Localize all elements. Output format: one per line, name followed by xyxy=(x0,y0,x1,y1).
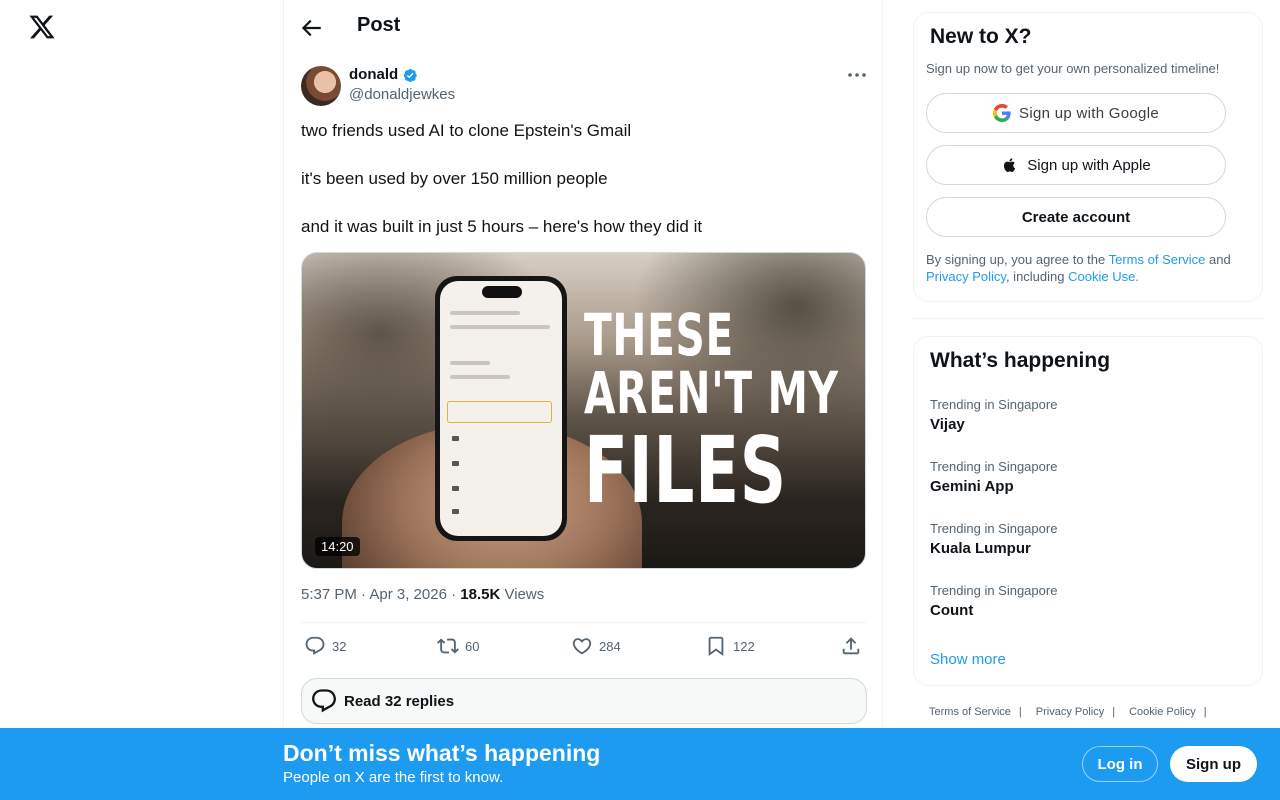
signup-apple-label: Sign up with Apple xyxy=(1027,156,1151,174)
banner-title: Don’t miss what’s happening xyxy=(283,740,601,766)
bookmark-count: 122 xyxy=(733,638,755,654)
banner-subtitle: People on X are the first to know. xyxy=(283,769,504,786)
trend-item[interactable]: Trending in Singapore Vijay xyxy=(930,397,1057,433)
reply-count: 32 xyxy=(332,638,347,654)
trend-name: Vijay xyxy=(930,416,965,433)
phone-row xyxy=(450,375,510,379)
post-video[interactable]: THESE AREN'T MY FILES 14:20 xyxy=(301,252,866,569)
terms-link[interactable]: Terms of Service xyxy=(1109,252,1206,267)
signup-apple-button[interactable]: Sign up with Apple xyxy=(926,145,1226,185)
like-count: 284 xyxy=(599,638,621,654)
video-overlay-text: AREN'T MY xyxy=(584,359,839,427)
back-arrow-icon[interactable] xyxy=(298,15,324,41)
phone-row xyxy=(450,311,520,315)
cookie-link[interactable]: Cookie Use. xyxy=(1068,269,1139,284)
create-account-label: Create account xyxy=(1021,208,1131,226)
author-name[interactable]: donald xyxy=(349,66,398,83)
more-options-icon[interactable] xyxy=(846,67,868,83)
heart-icon xyxy=(572,638,592,655)
create-account-button[interactable]: Create account xyxy=(926,197,1226,237)
trends-title: What’s happening xyxy=(930,349,1111,372)
video-duration: 14:20 xyxy=(315,537,360,556)
trend-context: Trending in Singapore xyxy=(930,521,1058,536)
post-meta: 5:37 PM · Apr 3, 2026 · 18.5K Views xyxy=(301,586,544,603)
post-text-line: two friends used AI to clone Epstein's G… xyxy=(301,121,632,140)
like-button[interactable]: 284 xyxy=(571,635,621,657)
trend-context: Trending in Singapore xyxy=(930,397,1058,412)
verified-badge-icon xyxy=(403,69,417,82)
trend-context: Trending in Singapore xyxy=(930,459,1058,474)
repost-count: 60 xyxy=(465,638,480,654)
share-button[interactable] xyxy=(840,635,862,657)
footer-privacy-link[interactable]: Privacy Policy xyxy=(1036,706,1104,718)
show-more-link[interactable]: Show more xyxy=(930,651,1006,668)
page-title: Post xyxy=(357,14,401,36)
footer-separator: | xyxy=(1112,706,1116,718)
phone-screen xyxy=(440,281,562,536)
privacy-link[interactable]: Privacy Policy xyxy=(926,269,1006,284)
post-header: Post xyxy=(284,0,884,54)
phone-row xyxy=(450,361,490,365)
post-text-line: and it was built in just 5 hours – here'… xyxy=(301,217,703,236)
legal-text: , including xyxy=(1005,269,1069,284)
divider xyxy=(301,622,866,623)
reply-button[interactable]: 32 xyxy=(304,635,346,657)
post-timestamp[interactable]: 5:37 PM · Apr 3, 2026 · xyxy=(301,586,460,603)
post-text-line: it's been used by over 150 million peopl… xyxy=(301,169,608,188)
read-replies-label: Read 32 replies xyxy=(344,692,455,710)
trend-item[interactable]: Trending in Singapore Kuala Lumpur xyxy=(930,521,1057,557)
reply-icon xyxy=(305,636,325,655)
trend-name: Kuala Lumpur xyxy=(930,540,1031,557)
avatar[interactable] xyxy=(301,66,341,106)
signup-card: New to X? Sign up now to get your own pe… xyxy=(913,12,1263,302)
signup-google-label: Sign up with Google xyxy=(1019,104,1159,122)
views-label: Views xyxy=(500,586,545,603)
signup-legal-text: By signing up, you agree to the Terms of… xyxy=(926,251,1251,285)
folder-icon xyxy=(452,486,459,491)
trend-item[interactable]: Trending in Singapore Count xyxy=(930,583,1057,619)
main-column: Post donald @donaldjewkes two friends us… xyxy=(283,0,883,800)
share-icon xyxy=(842,637,860,655)
legal-text: and xyxy=(1205,252,1231,267)
legal-text: By signing up, you agree to the xyxy=(926,252,1109,267)
apple-icon xyxy=(1004,158,1016,172)
folder-icon xyxy=(452,461,459,466)
footer-terms-link[interactable]: Terms of Service xyxy=(929,706,1011,718)
chat-bubble-icon xyxy=(312,689,336,713)
bookmark-button[interactable]: 122 xyxy=(705,635,755,657)
x-logo-icon[interactable] xyxy=(28,12,56,42)
phone-highlight xyxy=(447,401,552,423)
footer-links: Terms of Service | Privacy Policy | Cookie… xyxy=(929,706,1221,718)
read-replies-button[interactable]: Read 32 replies xyxy=(301,678,867,724)
repost-icon xyxy=(437,638,459,654)
bookmark-icon xyxy=(708,636,724,657)
trend-item[interactable]: Trending in Singapore Gemini App xyxy=(930,459,1057,495)
footer-separator: | xyxy=(1203,706,1207,718)
views-count: 18.5K xyxy=(460,586,501,603)
trend-context: Trending in Singapore xyxy=(930,583,1058,598)
video-overlay-text: FILES xyxy=(584,417,787,524)
phone-image xyxy=(435,276,567,541)
signup-subtitle: Sign up now to get your own personalized… xyxy=(926,61,1220,76)
signup-banner: Don’t miss what’s happening People on X … xyxy=(0,728,1280,800)
footer-cookie-link[interactable]: Cookie Policy xyxy=(1129,706,1196,718)
folder-icon xyxy=(452,509,459,514)
repost-button[interactable]: 60 xyxy=(437,635,479,657)
trends-card: What’s happening Trending in Singapore V… xyxy=(913,336,1263,686)
trend-name: Gemini App xyxy=(930,478,1014,495)
footer-separator: | xyxy=(1018,706,1022,718)
trend-name: Count xyxy=(930,602,974,619)
signup-button[interactable]: Sign up xyxy=(1170,746,1257,782)
google-icon xyxy=(993,104,1011,122)
phone-row xyxy=(450,325,550,329)
signup-google-button[interactable]: Sign up with Google xyxy=(926,93,1226,133)
folder-icon xyxy=(452,436,459,441)
video-overlay-text: THESE xyxy=(584,301,734,369)
login-button[interactable]: Log in xyxy=(1082,746,1158,782)
divider xyxy=(913,318,1263,319)
phone-notch xyxy=(482,286,522,298)
author-handle[interactable]: @donaldjewkes xyxy=(349,86,455,103)
signup-title: New to X? xyxy=(930,25,1032,48)
